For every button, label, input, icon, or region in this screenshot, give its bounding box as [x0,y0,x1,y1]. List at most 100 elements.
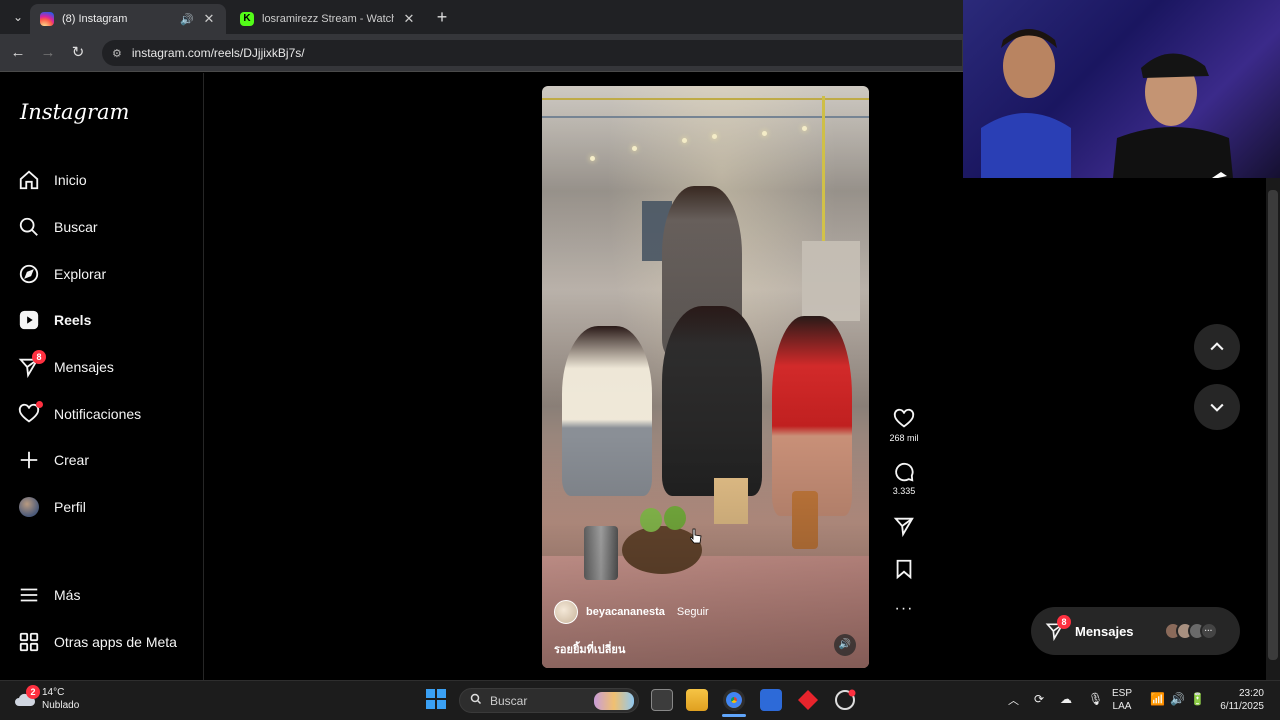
windows-start-icon[interactable] [426,689,446,709]
instagram-favicon-icon [40,12,54,26]
tab-title: losramirezz Stream - Watch Live [262,13,394,25]
clock-time: 23:20 [1238,688,1264,699]
sidebar-item-label: Crear [54,452,90,468]
author-avatar[interactable] [554,600,578,624]
previous-reel-button[interactable] [1194,324,1240,370]
messages-badge: 8 [32,350,46,364]
hamburger-menu-icon [18,584,40,606]
compass-icon [18,263,40,285]
messages-badge: 8 [1057,615,1071,629]
webcam-overlay [963,0,1280,178]
author-username[interactable]: beyacananesta [586,606,665,618]
speaker-icon: 🔊 [838,639,852,650]
plus-icon [18,449,40,471]
language-top: ESP [1112,688,1133,699]
taskbar-search[interactable]: Buscar [459,688,639,713]
more-options-icon[interactable]: ··· [879,600,929,618]
sidebar-item-reels[interactable]: Reels [18,300,198,340]
next-reel-button[interactable] [1194,384,1240,430]
red-diamond-app-icon[interactable] [797,689,819,711]
messenger-icon: 8 [18,350,46,378]
comment-button[interactable]: 3.335 [879,461,929,496]
sidebar-item-notificaciones[interactable]: Notificaciones [18,394,198,434]
back-arrow-icon[interactable]: ← [8,43,28,63]
streamer-left [981,18,1071,178]
new-tab-plus-icon[interactable]: + [432,6,452,28]
reel-overlay [542,86,869,668]
bookmark-icon [896,559,912,580]
mute-toggle[interactable]: 🔊 [834,634,856,656]
sidebar-item-mensajes[interactable]: 8 Mensajes [18,347,198,387]
tab-search-chevron-icon[interactable]: ⌄ [8,8,28,26]
send-icon [893,517,914,537]
reel-author-row: beyacananesta Seguir [554,600,709,624]
avatar-wrap [18,496,40,518]
sync-icon[interactable]: ⟳ [1034,692,1044,706]
sidebar-item-label: Reels [54,312,92,328]
volume-icon[interactable]: 🔊 [1170,692,1185,706]
sidebar-item-label: Notificaciones [54,406,142,422]
recent-chat-avatars: ··· [1163,622,1218,640]
grid-apps-icon [18,631,40,653]
sidebar-item-inicio[interactable]: Inicio [18,160,198,200]
home-icon [18,169,40,191]
sidebar-item-meta-apps[interactable]: Otras apps de Meta [18,622,198,662]
language-indicator[interactable]: ESP LAA [1112,687,1132,713]
messenger-icon: 8 [1045,615,1071,642]
battery-icon[interactable]: 🔋 [1190,692,1205,706]
sidebar-item-label: Perfil [54,499,86,515]
sidebar-item-label: Mensajes [54,359,114,375]
sidebar-item-buscar[interactable]: Buscar [18,207,198,247]
share-button[interactable] [879,515,929,540]
sidebar-item-mas[interactable]: Más [18,575,198,615]
tab-title: (8) Instagram [62,13,128,25]
weather-widget[interactable]: 2 14°C Nublado [14,685,79,712]
avatar [19,497,39,517]
url-omnibox[interactable]: ⚙ instagram.com/reels/DJjjixkBj7s/ [102,40,962,66]
microphone-icon[interactable]: 🎙 [1088,692,1103,706]
like-button[interactable]: 268 mil [879,408,929,443]
messages-pill-label: Mensajes [1075,623,1134,639]
cloudy-weather-icon: 2 [14,685,40,707]
search-icon [470,693,482,708]
clock-date: 6/11/2025 [1220,701,1264,712]
close-tab-icon[interactable]: ✕ [402,11,416,27]
scrollbar-thumb[interactable] [1268,190,1278,660]
sidebar-item-perfil[interactable]: Perfil [18,487,198,527]
cloud-icon[interactable]: ☁ [1060,692,1072,706]
weather-badge: 2 [26,685,40,699]
steam-like-app-icon[interactable] [834,689,856,711]
mouse-cursor-icon [689,528,702,544]
comment-icon [895,462,914,482]
messages-pill[interactable]: 8 Mensajes ··· [1031,607,1240,655]
task-view-icon[interactable] [651,689,673,711]
reel-video[interactable]: beyacananesta Seguir รอยยิ้มที่เปลี่ยน 🔊 [542,86,869,668]
file-explorer-icon[interactable] [686,689,708,711]
microsoft-store-icon[interactable] [760,689,782,711]
notification-dot [36,401,43,408]
forward-arrow-icon[interactable]: → [38,43,58,63]
reload-icon[interactable]: ↻ [68,43,88,63]
close-tab-icon[interactable]: ✕ [202,11,216,27]
chevron-up-icon [1210,342,1224,351]
sidebar-item-crear[interactable]: Crear [18,440,198,480]
follow-button[interactable]: Seguir [677,606,709,618]
audio-playing-icon[interactable]: 🔊 [180,13,194,26]
show-hidden-icons-chevron-icon[interactable]: ︿ [1008,692,1019,708]
heart-icon [893,408,915,428]
tab-kick-stream[interactable]: K losramirezz Stream - Watch Live ✕ [230,4,426,34]
weather-temp: 14°C [42,687,65,698]
reel-caption[interactable]: รอยยิ้มที่เปลี่ยน [554,640,625,658]
wifi-icon[interactable]: 📶 [1150,692,1165,706]
language-bottom: LAA [1112,701,1132,712]
tab-instagram[interactable]: (8) Instagram 🔊 ✕ [30,4,226,34]
instagram-logo[interactable]: Instagram [20,100,129,124]
clock[interactable]: 23:20 6/11/2025 [1216,687,1264,713]
more-avatars-icon: ··· [1199,622,1218,640]
site-settings-icon[interactable]: ⚙ [112,47,122,60]
sidebar-item-explorar[interactable]: Explorar [18,254,198,294]
chrome-icon[interactable] [723,689,745,711]
kick-favicon-icon: K [240,12,254,26]
save-button[interactable] [879,558,929,583]
search-highlight-image [594,691,634,710]
